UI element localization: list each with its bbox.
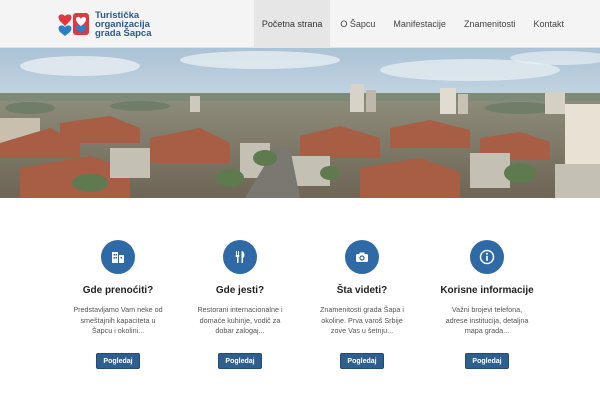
- feature-description: Predstavljamo Vam neke od smeštajnih kap…: [63, 305, 173, 339]
- nav-item-home[interactable]: Početna strana: [253, 0, 331, 48]
- camera-icon: [356, 252, 368, 262]
- feature-desc-line: Šapcu i okolini...: [91, 326, 145, 335]
- feature-desc-line: Restorani internacionalne i: [197, 305, 283, 314]
- pogledaj-button-accommodation[interactable]: Pogledaj: [96, 353, 140, 369]
- pogledaj-button-sights[interactable]: Pogledaj: [340, 353, 384, 369]
- nav-item-about[interactable]: O Šapcu: [332, 0, 383, 48]
- feature-food: Gde jesti? Restorani internacionalne i d…: [185, 240, 295, 369]
- feature-description: Važni brojevi telefona, adrese instituci…: [432, 305, 542, 339]
- feature-desc-line: smeštajnih kapaciteta u: [80, 315, 156, 325]
- feature-description: Restorani internacionalne i domaće kuhin…: [185, 305, 295, 339]
- fork-knife-icon: [235, 251, 245, 263]
- feature-desc-line: okoline. Prva varoš Srbije: [321, 315, 403, 325]
- feature-title: Gde prenoćiti?: [82, 285, 154, 296]
- feature-desc-line: domaće kuhinje, vodič za: [199, 315, 281, 325]
- feature-description: Znamenitosti grada Šapa i okoline. Prva …: [307, 305, 417, 339]
- feature-desc-line: adrese institucija, detaljna: [445, 315, 529, 325]
- nav-item-events[interactable]: Manifestacije: [385, 0, 454, 48]
- building-icon: [112, 252, 124, 263]
- site-logo[interactable]: Turistička organizacija grada Šapca: [57, 11, 152, 39]
- site-header: Turistička organizacija grada Šapca Poče…: [0, 0, 600, 48]
- nav-item-sights[interactable]: Znamenitosti: [456, 0, 524, 48]
- feature-title: Šta videti?: [336, 285, 388, 296]
- feature-desc-line: Važni brojevi telefona,: [451, 305, 523, 314]
- info-icon: [479, 249, 495, 265]
- logo-hearts-icon: [58, 13, 89, 36]
- feature-icon-circle: [101, 240, 135, 274]
- feature-sights: Šta videti? Znamenitosti grada Šapa i ok…: [307, 240, 417, 369]
- feature-info: Korisne informacije Važni brojevi telefo…: [432, 240, 542, 369]
- pogledaj-button-info[interactable]: Pogledaj: [465, 353, 509, 369]
- hero-city-panorama: [0, 48, 600, 198]
- feature-icon-circle: [345, 240, 379, 274]
- feature-desc-line: dobar zalogaj...: [215, 326, 265, 335]
- feature-desc-line: mapa grada...: [464, 326, 510, 335]
- feature-desc-line: Znamenitosti grada Šapa i: [320, 305, 404, 314]
- feature-desc-line: Predstavljamo Vam neke od: [73, 305, 163, 314]
- feature-title: Gde jesti?: [215, 285, 265, 296]
- city-panorama-image: [0, 48, 600, 198]
- feature-icon-circle: [470, 240, 504, 274]
- feature-desc-line: zove Vas u šetnju...: [330, 326, 394, 335]
- nav-item-contact[interactable]: Kontakt: [525, 0, 572, 48]
- logo-line-3: grada Šapca: [95, 28, 152, 39]
- feature-icon-circle: [223, 240, 257, 274]
- feature-accommodation: Gde prenoćiti? Predstavljamo Vam neke od…: [63, 240, 173, 369]
- feature-title: Korisne informacije: [440, 285, 534, 296]
- main-nav: Početna strana O Šapcu Manifestacije Zna…: [253, 0, 572, 48]
- logo-text: Turistička organizacija grada Šapca: [95, 11, 152, 39]
- pogledaj-button-food[interactable]: Pogledaj: [218, 353, 262, 369]
- features-section: Gde prenoćiti? Predstavljamo Vam neke od…: [0, 198, 600, 400]
